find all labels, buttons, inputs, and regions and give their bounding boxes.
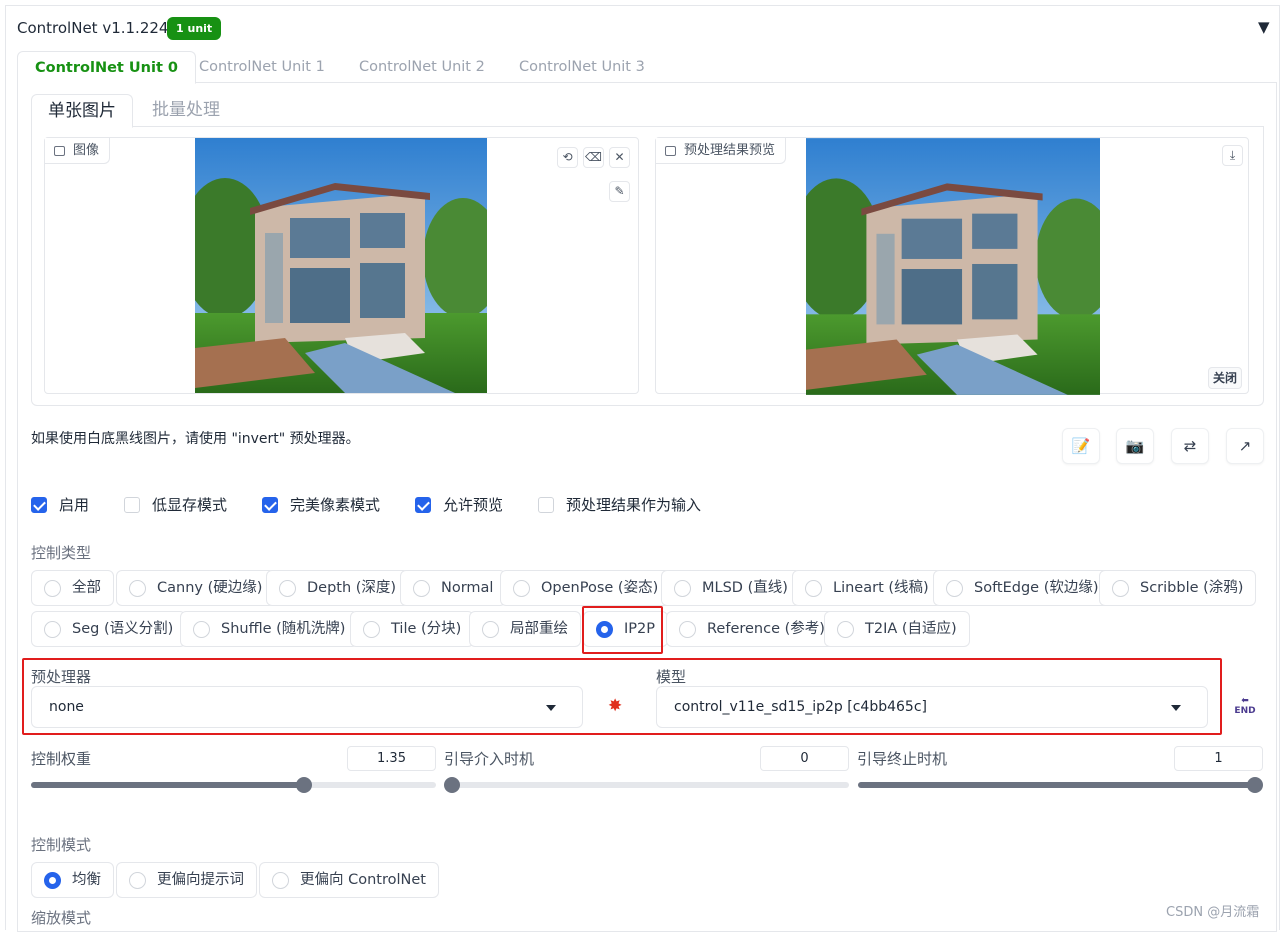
preview-panel: 预处理结果预览 ⤓ 关闭 xyxy=(655,137,1249,395)
control-mode-label: 控制模式 xyxy=(31,836,92,854)
tab-unit-3[interactable]: ControlNet Unit 3 xyxy=(502,51,662,84)
control-type-shuffle[interactable]: Shuffle (随机洗牌) xyxy=(180,611,359,647)
control-type-scribble[interactable]: Scribble (涂鸦) xyxy=(1099,570,1257,606)
undo-icon[interactable]: ⟲ xyxy=(557,147,578,168)
tab-unit-1[interactable]: ControlNet Unit 1 xyxy=(182,51,342,84)
send-icon[interactable]: ↗ xyxy=(1226,428,1264,464)
tab-batch[interactable]: 批量处理 xyxy=(136,94,236,128)
pixel-perfect-checkbox[interactable]: 完美像素模式 xyxy=(262,496,380,516)
control-weight-input[interactable]: 1.35 xyxy=(347,746,436,771)
pen-icon[interactable]: ✎ xyxy=(609,181,630,202)
slider-handle[interactable] xyxy=(1247,777,1263,793)
model-select[interactable]: control_v11e_sd15_ip2p [c4bb465c] xyxy=(656,686,1208,728)
control-type-ip2p[interactable]: IP2P xyxy=(583,611,668,647)
control-type-all[interactable]: 全部 xyxy=(31,570,114,606)
slider-handle[interactable] xyxy=(444,777,460,793)
preprocessor-label: 预处理器 xyxy=(31,668,92,686)
tab-single-image[interactable]: 单张图片 xyxy=(31,94,133,128)
control-type-canny[interactable]: Canny (硬边缘) xyxy=(116,570,276,606)
low-vram-checkbox[interactable]: 低显存模式 xyxy=(124,496,227,516)
watermark: CSDN @月流霜 xyxy=(1166,905,1260,920)
swap-icon[interactable]: ⇄ xyxy=(1171,428,1209,464)
invert-hint: 如果使用白底黑线图片，请使用 "invert" 预处理器。 xyxy=(31,431,360,447)
download-icon[interactable]: ⤓ xyxy=(1222,145,1243,166)
image-icon xyxy=(665,146,676,156)
allow-preview-checkbox[interactable]: 允许预览 xyxy=(415,496,503,516)
control-type-mlsd[interactable]: MLSD (直线) xyxy=(661,570,801,606)
explosion-icon[interactable]: ✸ xyxy=(608,696,622,716)
preview-label: 预处理结果预览 xyxy=(656,138,787,164)
house-image xyxy=(195,138,487,393)
close-preview-button[interactable]: 关闭 xyxy=(1208,367,1243,389)
tab-unit-0[interactable]: ControlNet Unit 0 xyxy=(17,51,197,84)
image-input-panel[interactable]: 图像 ⟲ ⌫ ✕ ✎ xyxy=(44,137,639,394)
control-type-seg[interactable]: Seg (语义分割) xyxy=(31,611,187,647)
guidance-start-input[interactable]: 0 xyxy=(760,746,849,771)
input-mode-tabs: 单张图片 批量处理 xyxy=(31,94,1264,128)
control-weight-label: 控制权重 xyxy=(31,750,92,768)
close-icon[interactable]: ✕ xyxy=(609,147,630,168)
control-type-depth[interactable]: Depth (深度) xyxy=(266,570,410,606)
control-type-t2ia[interactable]: T2IA (自适应) xyxy=(824,611,970,647)
chevron-down-icon xyxy=(1171,705,1181,711)
control-type-inpaint[interactable]: 局部重绘 xyxy=(469,611,581,647)
preprocessor-select[interactable]: none xyxy=(31,686,583,728)
control-mode-controlnet[interactable]: 更偏向 ControlNet xyxy=(259,862,439,898)
control-weight-slider[interactable] xyxy=(31,777,436,793)
enable-checkbox[interactable]: 启用 xyxy=(31,496,89,516)
chevron-down-icon xyxy=(546,705,556,711)
preview-house-image xyxy=(806,138,1100,395)
control-type-openpose[interactable]: OpenPose (姿态) xyxy=(500,570,672,606)
control-type-lineart[interactable]: Lineart (线稿) xyxy=(792,570,942,606)
unit-tabs: ControlNet Unit 0 ControlNet Unit 1 Cont… xyxy=(17,51,1277,84)
control-type-label: 控制类型 xyxy=(31,544,92,562)
guidance-start-label: 引导介入时机 xyxy=(444,750,535,768)
edit-icon[interactable]: 📝 xyxy=(1062,428,1100,464)
eraser-icon[interactable]: ⌫ xyxy=(583,147,604,168)
unit-count-badge: 1 unit xyxy=(167,17,222,40)
camera-icon[interactable]: 📷 xyxy=(1116,428,1154,464)
image-label: 图像 xyxy=(45,138,111,164)
end-arrow-icon[interactable]: ⬅ END xyxy=(1230,696,1260,720)
control-type-softedge[interactable]: SoftEdge (软边缘) xyxy=(933,570,1112,606)
control-type-reference[interactable]: Reference (参考) xyxy=(666,611,838,647)
control-type-tile[interactable]: Tile (分块) xyxy=(350,611,475,647)
panel-title[interactable]: ControlNet v1.1.224 xyxy=(17,19,168,37)
tab-unit-2[interactable]: ControlNet Unit 2 xyxy=(342,51,502,84)
control-mode-balanced[interactable]: 均衡 xyxy=(31,862,114,898)
guidance-start-slider[interactable] xyxy=(444,777,849,793)
image-icon xyxy=(54,146,65,156)
control-mode-prompt[interactable]: 更偏向提示词 xyxy=(116,862,257,898)
control-type-normal[interactable]: Normal xyxy=(400,570,507,606)
collapse-arrow-icon[interactable]: ▼ xyxy=(1258,18,1270,36)
guidance-end-slider[interactable] xyxy=(858,777,1263,793)
guidance-end-label: 引导终止时机 xyxy=(857,750,948,768)
model-label: 模型 xyxy=(656,668,687,686)
preprocess-as-input-checkbox[interactable]: 预处理结果作为输入 xyxy=(538,496,701,516)
guidance-end-input[interactable]: 1 xyxy=(1174,746,1263,771)
